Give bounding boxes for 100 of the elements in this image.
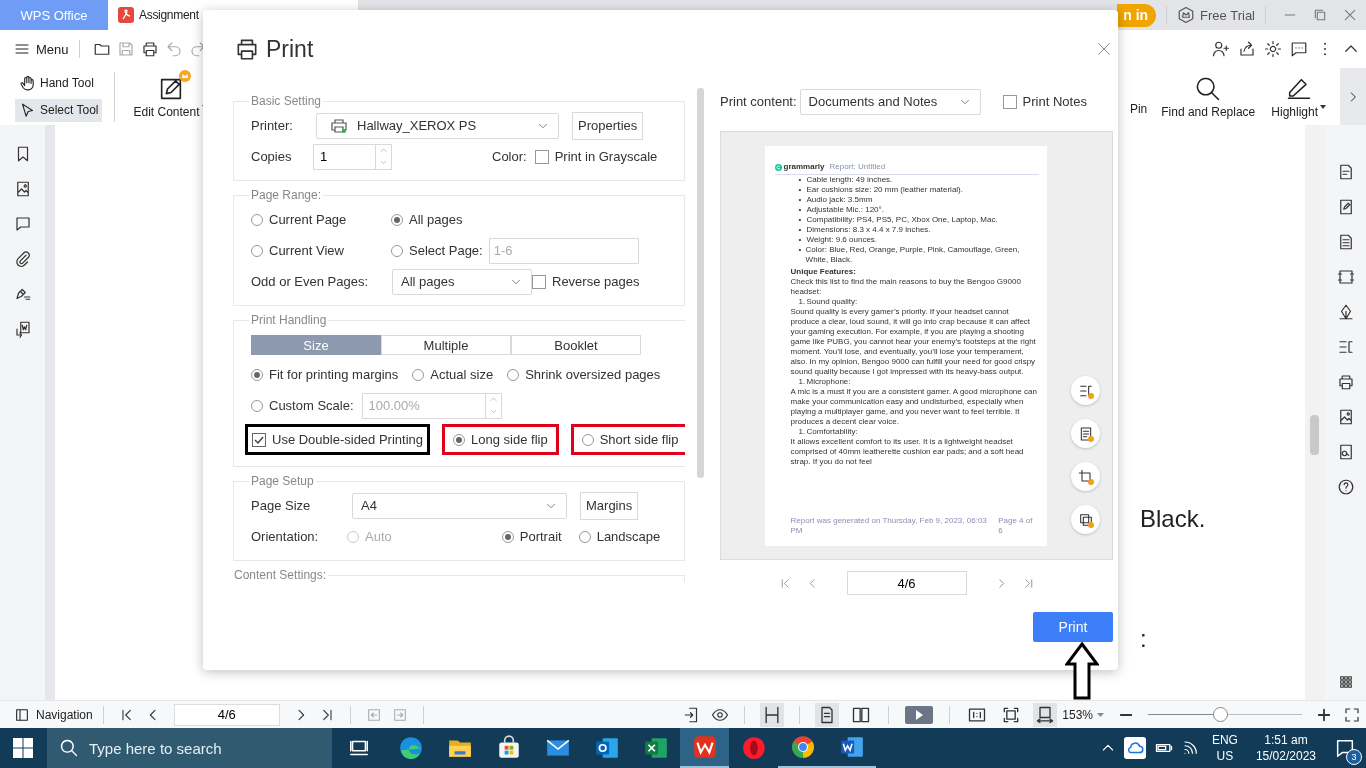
radio-button[interactable] xyxy=(251,244,263,257)
radio-option[interactable]: Current View xyxy=(251,243,391,258)
play-button[interactable] xyxy=(905,705,934,724)
document-convert-icon[interactable] xyxy=(13,320,32,338)
radio-button[interactable] xyxy=(391,244,403,257)
comment-icon[interactable] xyxy=(1290,40,1308,58)
outlook-app-icon[interactable] xyxy=(593,735,620,761)
restore-icon[interactable] xyxy=(1312,7,1328,23)
pen-nib-icon[interactable] xyxy=(1336,303,1355,321)
tool-button[interactable]: Select Tool xyxy=(15,98,103,122)
handling-tab[interactable]: Multiple xyxy=(381,335,511,355)
frame-icon[interactable] xyxy=(1336,268,1355,286)
page-settings-button[interactable] xyxy=(1071,419,1100,448)
clock-date[interactable]: 15/02/2023 xyxy=(1255,748,1316,764)
printer-icon[interactable] xyxy=(140,40,159,58)
radio-option[interactable]: Landscape xyxy=(578,529,661,544)
page-size-select[interactable]: A4 xyxy=(352,492,567,519)
excel-app-icon[interactable] xyxy=(642,735,669,761)
radio-option[interactable]: Custom Scale: xyxy=(251,398,354,413)
radio-button[interactable] xyxy=(391,213,403,226)
zoom-select[interactable]: 153% xyxy=(1062,707,1104,722)
reverse-pages-checkbox[interactable]: Reverse pages xyxy=(532,274,640,289)
free-trial-button[interactable]: Free Trial xyxy=(1177,6,1255,24)
compare-icon[interactable] xyxy=(1336,338,1355,356)
radio-option[interactable]: Select Page: 1-6 xyxy=(391,237,668,264)
close-icon[interactable] xyxy=(1095,40,1113,58)
checkbox[interactable] xyxy=(1002,94,1017,109)
properties-button[interactable]: Properties xyxy=(572,111,644,140)
page-number-field[interactable]: 4/6 xyxy=(173,703,280,726)
checkbox[interactable] xyxy=(534,149,549,164)
fit-width-icon[interactable] xyxy=(1033,702,1058,727)
scrollbar-thumb[interactable] xyxy=(697,88,704,478)
copies-spinbox[interactable]: 1 xyxy=(313,143,392,170)
radio-button[interactable] xyxy=(501,530,514,543)
radio-button[interactable] xyxy=(581,433,594,446)
grid-icon[interactable] xyxy=(1337,674,1354,690)
radio-option[interactable]: Shrink oversized pages xyxy=(507,367,661,382)
add-user-icon[interactable] xyxy=(1212,40,1230,58)
comment-icon[interactable] xyxy=(13,215,32,233)
wifi-icon[interactable] xyxy=(1181,739,1200,757)
taskbar-search-box[interactable]: Type here to search xyxy=(47,728,332,768)
layout-button[interactable] xyxy=(1071,376,1100,405)
clock-time[interactable]: 1:51 am xyxy=(1264,732,1308,748)
navigation-button[interactable]: Navigation xyxy=(14,706,93,723)
radio-button[interactable] xyxy=(453,433,466,446)
close-icon[interactable] xyxy=(1342,7,1358,23)
tool-button[interactable]: Hand Tool xyxy=(15,71,103,95)
crop-button[interactable] xyxy=(1071,462,1100,491)
radio-option[interactable]: Portrait xyxy=(501,529,562,544)
radio-button[interactable] xyxy=(251,368,263,381)
cloud-icon[interactable] xyxy=(1123,737,1146,759)
print-button[interactable]: Print xyxy=(1033,612,1113,642)
fullscreen-icon[interactable] xyxy=(1343,705,1361,724)
chrome-app-icon[interactable] xyxy=(789,734,816,760)
radio-option[interactable]: Actual size xyxy=(412,367,494,382)
grayscale-checkbox[interactable]: Print in Grayscale xyxy=(534,149,658,164)
radio-button[interactable] xyxy=(412,368,425,381)
copy-button[interactable] xyxy=(1071,505,1100,534)
margins-button[interactable]: Margins xyxy=(580,491,639,520)
copies-field[interactable]: 1 xyxy=(314,148,375,165)
taskbar-search-field[interactable]: Type here to search xyxy=(89,728,329,768)
notification-icon[interactable] xyxy=(1334,737,1356,759)
printer-icon[interactable] xyxy=(1336,373,1355,391)
windows-start-icon[interactable] xyxy=(13,738,33,758)
language-text[interactable]: ENG xyxy=(1211,732,1238,748)
find-replace-button[interactable]: Find and Replace xyxy=(1153,74,1264,119)
radio-option[interactable]: Current Page xyxy=(251,212,391,227)
region-text[interactable]: US xyxy=(1216,748,1234,764)
select-page-field[interactable]: 1-6 xyxy=(488,237,639,264)
checkbox[interactable] xyxy=(532,274,546,289)
single-page-icon[interactable] xyxy=(815,702,840,727)
page-number-field[interactable]: 4/6 xyxy=(846,571,967,595)
print-content-select[interactable]: Documents and Notes xyxy=(799,88,981,115)
radio-button[interactable] xyxy=(251,213,263,226)
highlight-button[interactable]: Highlight xyxy=(1263,74,1334,119)
double-sided-checkbox[interactable]: Use Double-sided Printing xyxy=(252,432,424,447)
print-notes-checkbox[interactable]: Print Notes xyxy=(1002,94,1087,109)
radio-option[interactable]: Short side flip xyxy=(581,432,679,447)
odd-even-select[interactable]: All pages xyxy=(392,268,532,295)
menu-button[interactable]: Menu xyxy=(14,41,69,57)
paperclip-icon[interactable] xyxy=(13,250,32,268)
radio-button[interactable] xyxy=(578,530,591,543)
radio-button[interactable] xyxy=(251,399,263,412)
handling-tab[interactable]: Booklet xyxy=(511,335,641,355)
opera-app-icon[interactable] xyxy=(740,735,767,761)
radio-option[interactable]: Long side flip xyxy=(453,432,548,447)
pin-label[interactable]: Pin xyxy=(1129,101,1148,116)
printer-select[interactable]: Hallway_XEROX PS xyxy=(316,112,559,139)
radio-option[interactable]: All pages xyxy=(391,212,668,227)
wps-app-icon[interactable] xyxy=(691,734,718,760)
share-icon[interactable] xyxy=(1238,40,1256,58)
settings-icon[interactable] xyxy=(1264,40,1282,58)
continuous-view-icon[interactable] xyxy=(760,702,785,727)
radio-option[interactable]: Fit for printing margins xyxy=(251,367,399,382)
help-icon[interactable] xyxy=(1336,478,1355,496)
checkbox[interactable] xyxy=(252,432,266,447)
scrollbar-thumb[interactable] xyxy=(1310,415,1319,455)
radio-button[interactable] xyxy=(507,368,520,381)
word-app-icon[interactable] xyxy=(838,734,865,760)
edge-app-icon[interactable] xyxy=(397,735,424,761)
